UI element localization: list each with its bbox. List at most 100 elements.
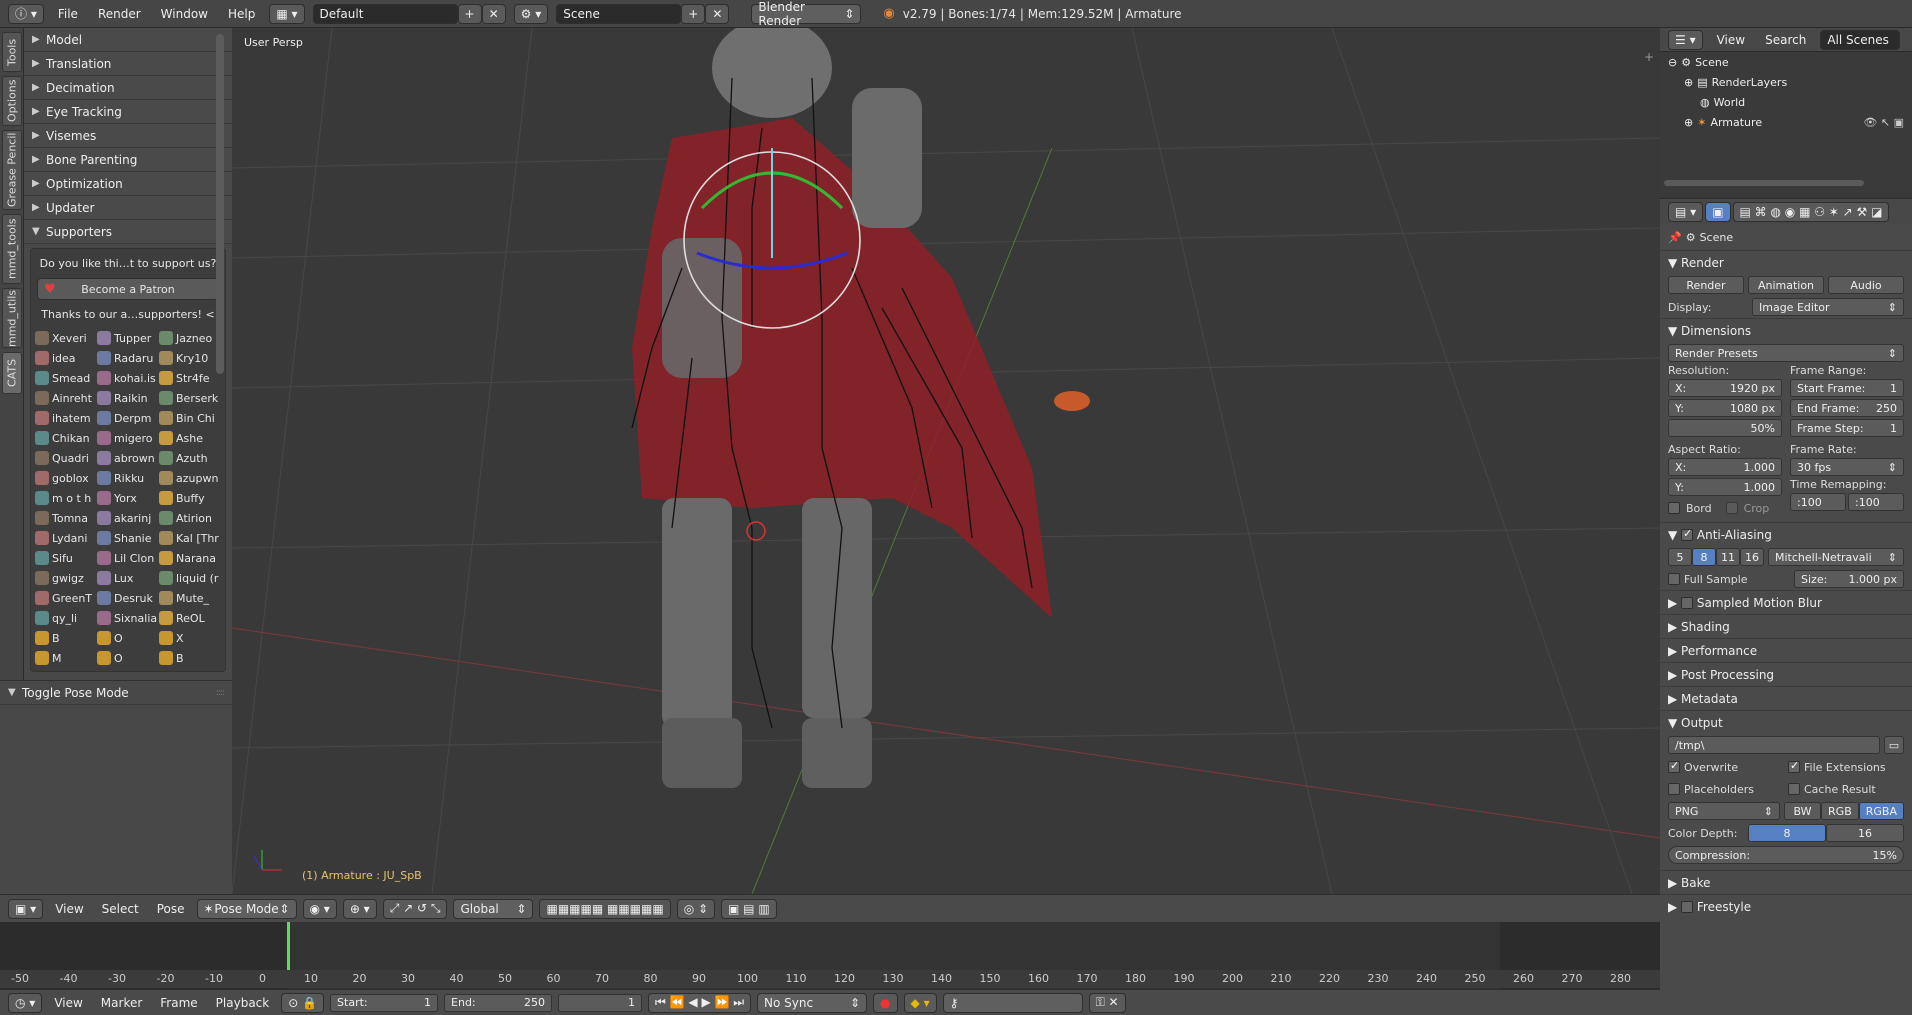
file-format-dropdown[interactable]: PNG ⇕ bbox=[1668, 802, 1780, 820]
supporter-item[interactable]: B bbox=[35, 629, 97, 647]
shelf-scrollbar[interactable] bbox=[216, 34, 224, 374]
aa-level-5[interactable]: 5 bbox=[1668, 548, 1692, 566]
aa-filter-dropdown[interactable]: Mitchell-Netravali ⇕ bbox=[1768, 548, 1904, 566]
color-depth-8[interactable]: 8 bbox=[1748, 824, 1826, 842]
manipulator-toggle[interactable]: ⤢ ↗ ↺ ⤡ bbox=[382, 898, 448, 919]
info-editor-type-button[interactable]: ⓘ ▾ bbox=[8, 3, 44, 24]
scene-field[interactable]: Scene bbox=[556, 3, 682, 24]
supporter-item[interactable]: Quadri bbox=[35, 449, 97, 467]
full-sample-checkbox[interactable] bbox=[1668, 573, 1680, 585]
fps-dropdown[interactable]: 30 fps ⇕ bbox=[1790, 458, 1904, 476]
current-frame-field[interactable]: 1 bbox=[558, 993, 643, 1012]
supporter-item[interactable]: Yorx bbox=[97, 489, 159, 507]
outliner-row-scene[interactable]: ⊖ ⚙ Scene bbox=[1660, 52, 1912, 72]
res-y-field[interactable]: Y: 1080 px bbox=[1668, 399, 1782, 417]
supporter-item[interactable]: idea bbox=[35, 349, 97, 367]
supporter-item[interactable]: Lil Clon bbox=[97, 549, 159, 567]
supporter-item[interactable]: Chikan bbox=[35, 429, 97, 447]
section-shading[interactable]: ▶ Shading bbox=[1660, 614, 1912, 638]
res-x-field[interactable]: X: 1920 px bbox=[1668, 379, 1782, 397]
supporter-item[interactable]: ReOL bbox=[159, 609, 221, 627]
color-mode-bw[interactable]: BW bbox=[1784, 802, 1822, 820]
screen-layout-icon[interactable]: ▦ ▾ bbox=[269, 3, 305, 24]
render-engine-dropdown[interactable]: Blender Render ⇕ bbox=[751, 0, 862, 28]
aa-level-16[interactable]: 16 bbox=[1740, 548, 1764, 566]
cache-result-checkbox[interactable] bbox=[1788, 783, 1800, 795]
supporter-item[interactable]: migero bbox=[97, 429, 159, 447]
supporter-item[interactable]: Xeveri bbox=[35, 329, 97, 347]
color-mode-rgba[interactable]: RGBA bbox=[1858, 802, 1904, 820]
menu-frame[interactable]: Frame bbox=[154, 996, 203, 1010]
supporter-item[interactable]: Bin Chi bbox=[159, 409, 221, 427]
aa-level-8[interactable]: 8 bbox=[1692, 548, 1716, 566]
outliner-row-renderlayers[interactable]: ⊕ ▤ RenderLayers bbox=[1660, 72, 1912, 92]
menu-pose[interactable]: Pose bbox=[151, 902, 191, 916]
supporter-item[interactable]: B bbox=[159, 649, 221, 667]
output-path-field[interactable]: /tmp\ bbox=[1668, 736, 1880, 754]
outliner-editor-type-button[interactable]: ☰ ▾ bbox=[1668, 29, 1703, 50]
tab-other-properties[interactable]: ▤ ⌘ ◍ ◉ ▦ ⚇ ✶ ↗ ⚒ ◪ bbox=[1732, 201, 1890, 222]
supporter-item[interactable]: Radaru bbox=[97, 349, 159, 367]
res-percentage-field[interactable]: 50% bbox=[1668, 419, 1782, 437]
render-tools[interactable]: ▣ ▤ ▥ bbox=[721, 898, 777, 919]
supporter-item[interactable]: Buffy bbox=[159, 489, 221, 507]
remap-old-field[interactable]: :100 bbox=[1790, 493, 1846, 511]
panel-model[interactable]: ▶Model:::: bbox=[24, 28, 232, 52]
aspect-y-field[interactable]: Y: 1.000 bbox=[1668, 478, 1782, 496]
supporter-item[interactable]: Kal [Thr bbox=[159, 529, 221, 547]
panel-updater[interactable]: ▶Updater:::: bbox=[24, 196, 232, 220]
section-anti-aliasing[interactable]: ▼ Anti-Aliasing bbox=[1660, 522, 1912, 546]
outliner-row-armature[interactable]: ⊕ ✶ Armature 👁 ↖ ▣ bbox=[1660, 112, 1912, 132]
supporter-item[interactable]: Smead bbox=[35, 369, 97, 387]
remap-new-field[interactable]: :100 bbox=[1848, 493, 1904, 511]
compression-slider[interactable]: Compression: 15% bbox=[1668, 846, 1904, 864]
supporter-item[interactable]: O bbox=[97, 649, 159, 667]
supporter-item[interactable]: gwigz bbox=[35, 569, 97, 587]
render-button[interactable]: Render bbox=[1668, 276, 1744, 294]
anti-aliasing-checkbox[interactable] bbox=[1681, 527, 1694, 541]
panel-bone-parenting[interactable]: ▶Bone Parenting:::: bbox=[24, 148, 232, 172]
supporter-item[interactable]: Lux bbox=[97, 569, 159, 587]
display-mode-dropdown[interactable]: All Scenes bbox=[1820, 29, 1901, 50]
overwrite-checkbox[interactable] bbox=[1668, 759, 1680, 773]
pin-icon[interactable]: 📌 bbox=[1668, 231, 1682, 244]
outliner-row-world[interactable]: ◍ World bbox=[1660, 92, 1912, 112]
properties-editor-type-button[interactable]: ▤ ▾ bbox=[1668, 201, 1704, 222]
collapse-icon[interactable]: ⊖ bbox=[1668, 56, 1677, 69]
tab-options[interactable]: Options bbox=[2, 76, 22, 126]
section-dimensions[interactable]: ▼ Dimensions bbox=[1660, 318, 1912, 342]
supporter-item[interactable]: goblox bbox=[35, 469, 97, 487]
supporter-item[interactable]: Kry10 bbox=[159, 349, 221, 367]
grip-icon[interactable]: :::: bbox=[216, 688, 225, 698]
menu-file[interactable]: File bbox=[52, 7, 84, 21]
supporter-item[interactable]: Sixnalia bbox=[97, 609, 159, 627]
panel-eye-tracking[interactable]: ▶Eye Tracking:::: bbox=[24, 100, 232, 124]
panel-optimization[interactable]: ▶Optimization:::: bbox=[24, 172, 232, 196]
menu-select[interactable]: Select bbox=[96, 902, 145, 916]
section-post-processing[interactable]: ▶ Post Processing bbox=[1660, 662, 1912, 686]
shading-dropdown[interactable]: ◉ ▾ bbox=[302, 898, 337, 919]
supporter-item[interactable]: abrown bbox=[97, 449, 159, 467]
keying-set-field[interactable]: ⚷ bbox=[942, 992, 1083, 1013]
motion-blur-checkbox[interactable] bbox=[1681, 596, 1694, 609]
expand-icon[interactable]: ⊕ bbox=[1684, 116, 1693, 129]
supporter-item[interactable]: Sifu bbox=[35, 549, 97, 567]
editor-type-button[interactable]: ▣ ▾ bbox=[8, 898, 44, 919]
current-frame-marker[interactable] bbox=[287, 922, 290, 974]
crop-checkbox[interactable] bbox=[1725, 502, 1738, 514]
supporter-item[interactable]: X bbox=[159, 629, 221, 647]
color-depth-16[interactable]: 16 bbox=[1826, 824, 1904, 842]
freestyle-checkbox[interactable] bbox=[1681, 900, 1694, 913]
border-checkbox[interactable] bbox=[1668, 502, 1680, 514]
supporter-item[interactable]: Azuth bbox=[159, 449, 221, 467]
supporter-item[interactable]: Desruk bbox=[97, 589, 159, 607]
display-dropdown[interactable]: Image Editor ⇕ bbox=[1752, 298, 1904, 316]
timeline-editor-type-button[interactable]: ◷ ▾ bbox=[8, 992, 43, 1013]
section-performance[interactable]: ▶ Performance bbox=[1660, 638, 1912, 662]
panel-supporters[interactable]: ▼Supporters:::: bbox=[24, 220, 232, 244]
preview-range-toggle[interactable]: ⊙ 🔒 bbox=[281, 992, 325, 1013]
animation-button[interactable]: Animation bbox=[1748, 276, 1824, 294]
supporter-item[interactable]: Berserk bbox=[159, 389, 221, 407]
tab-render-properties[interactable]: ▣ bbox=[1705, 201, 1731, 222]
supporter-item[interactable]: akarinj bbox=[97, 509, 159, 527]
